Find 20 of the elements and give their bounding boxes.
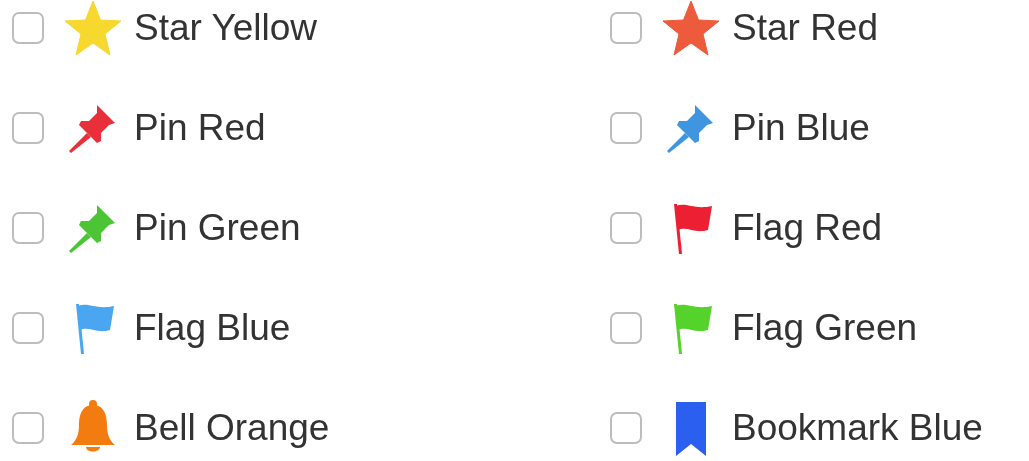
checkbox-label[interactable]: Pin Green <box>134 207 301 249</box>
checkbox-label[interactable]: Pin Red <box>134 107 266 149</box>
checkbox-label[interactable]: Bell Orange <box>134 407 330 449</box>
checkbox[interactable] <box>12 112 44 144</box>
checkbox[interactable] <box>12 312 44 344</box>
checkbox-label[interactable]: Flag Green <box>732 307 918 349</box>
checkbox[interactable] <box>12 212 44 244</box>
checkbox[interactable] <box>610 12 642 44</box>
checkbox[interactable] <box>12 412 44 444</box>
checkbox[interactable] <box>610 412 642 444</box>
checkbox-label[interactable]: Flag Blue <box>134 307 291 349</box>
checkbox-label[interactable]: Bookmark Blue <box>732 407 983 449</box>
checkbox-label[interactable]: Star Red <box>732 7 878 49</box>
checkbox[interactable] <box>610 212 642 244</box>
checkbox[interactable] <box>12 12 44 44</box>
checkbox-label[interactable]: Pin Blue <box>732 107 870 149</box>
checkbox[interactable] <box>610 312 642 344</box>
checkbox[interactable] <box>610 112 642 144</box>
checkbox-label[interactable]: Star Yellow <box>134 7 318 49</box>
checkbox-label[interactable]: Flag Red <box>732 207 883 249</box>
